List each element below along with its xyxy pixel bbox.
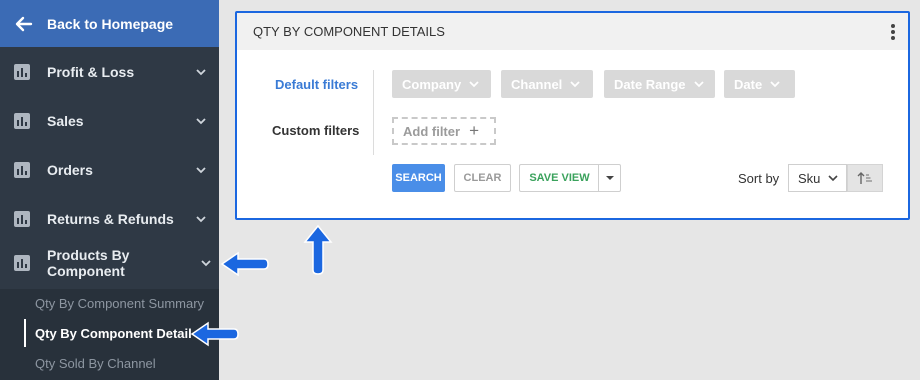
chevron-down-icon	[770, 81, 780, 88]
default-filters-label: Default filters	[275, 77, 359, 92]
sidebar-item-profit-loss[interactable]: Profit & Loss	[0, 50, 219, 94]
filter-company[interactable]: Company	[392, 70, 491, 98]
save-view-button[interactable]: SAVE VIEW	[519, 164, 599, 192]
bar-chart-icon	[14, 211, 30, 227]
chevron-down-icon	[693, 81, 704, 88]
panel-title: QTY BY COMPONENT DETAILS	[253, 24, 445, 39]
sort-by-label: Sort by	[738, 171, 780, 186]
plus-icon: +	[469, 121, 479, 140]
qty-by-component-details-panel: QTY BY COMPONENT DETAILS Default filters…	[235, 11, 910, 220]
chevron-down-icon	[828, 175, 838, 182]
add-filter-button[interactable]: Add filter +	[392, 117, 496, 145]
chevron-down-icon	[196, 216, 206, 223]
blue-arrow-icon	[220, 251, 269, 277]
panel-header: QTY BY COMPONENT DETAILS	[237, 13, 908, 50]
chevron-down-icon	[196, 69, 206, 76]
back-to-homepage-button[interactable]: Back to Homepage	[0, 0, 219, 47]
sort-by-select[interactable]: Sku	[788, 164, 847, 192]
submenu-item-qty-sold-by-channel[interactable]: Qty Sold By Channel	[35, 356, 156, 371]
filter-date-range-label: Date Range	[614, 76, 686, 92]
chevron-down-icon	[469, 81, 479, 88]
search-button[interactable]: SEARCH	[392, 164, 445, 192]
clear-button[interactable]: CLEAR	[454, 164, 511, 192]
filter-channel-label: Channel	[511, 76, 563, 92]
filter-date-label: Date	[734, 76, 763, 92]
sidebar-item-label: Orders	[47, 162, 93, 178]
chevron-down-icon	[201, 260, 211, 267]
sidebar-item-label: Products By Component	[47, 247, 130, 279]
submenu-item-qty-by-component-detail[interactable]: Qty By Component Detail	[35, 326, 192, 341]
bar-chart-icon	[14, 113, 30, 129]
filter-company-label: Company	[402, 76, 462, 92]
sidebar-item-orders[interactable]: Orders	[0, 148, 219, 192]
sort-ascending-icon	[857, 172, 872, 184]
chevron-down-icon	[196, 118, 206, 125]
sidebar: Back to Homepage Profit & Loss Sales Ord…	[0, 0, 219, 380]
chevron-down-icon	[570, 81, 580, 88]
add-filter-label: Add filter	[403, 123, 461, 139]
save-view-dropdown-button[interactable]	[598, 164, 621, 192]
blue-arrow-icon	[190, 321, 239, 347]
active-indicator	[24, 319, 26, 347]
bar-chart-icon	[14, 255, 30, 271]
back-to-homepage-label: Back to Homepage	[47, 15, 174, 32]
submenu-item-qty-by-component-summary[interactable]: Qty By Component Summary	[35, 296, 204, 311]
sidebar-item-label: Sales	[47, 113, 84, 129]
bar-chart-icon	[14, 162, 30, 178]
blue-arrow-icon	[303, 224, 333, 275]
sort-direction-button[interactable]	[847, 164, 883, 192]
caret-down-icon	[605, 176, 614, 180]
filter-channel[interactable]: Channel	[501, 70, 593, 98]
sidebar-item-label: Profit & Loss	[47, 64, 135, 80]
sidebar-item-returns-refunds[interactable]: Returns & Refunds	[0, 197, 219, 241]
sidebar-item-products-by-component[interactable]: Products By Component	[0, 241, 219, 285]
kebab-menu-icon[interactable]	[891, 24, 895, 40]
sidebar-item-label: Returns & Refunds	[47, 211, 174, 227]
filter-date[interactable]: Date	[724, 70, 795, 98]
bar-chart-icon	[14, 64, 30, 80]
filter-date-range[interactable]: Date Range	[604, 70, 715, 98]
filters-divider	[373, 70, 374, 155]
arrow-left-icon	[15, 16, 33, 31]
custom-filters-label: Custom filters	[272, 123, 360, 138]
sort-by-value: Sku	[798, 170, 821, 186]
chevron-down-icon	[196, 167, 206, 174]
sidebar-item-sales[interactable]: Sales	[0, 99, 219, 143]
